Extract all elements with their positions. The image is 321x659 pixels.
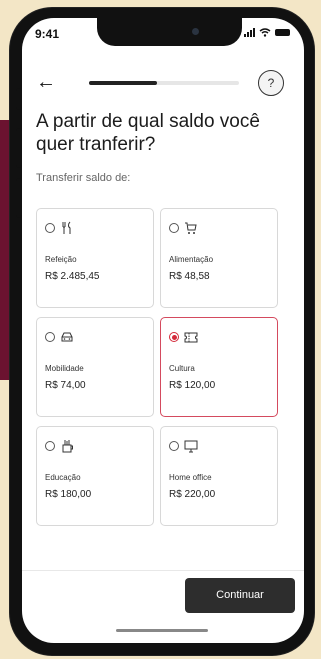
car-icon [61, 332, 73, 342]
home-indicator [116, 629, 208, 632]
balance-card-mobilidade[interactable]: Mobilidade R$ 74,00 [36, 317, 154, 417]
radio-button[interactable] [45, 332, 55, 342]
card-amount: R$ 48,58 [169, 271, 210, 282]
card-name: Home office [169, 473, 212, 482]
status-icons [244, 28, 290, 37]
balance-card-grid: Refeição R$ 2.485,45 Alimentação R$ 48,5… [36, 208, 296, 526]
app-screen: 9:41 ← ? A partir de qual saldo você que… [22, 18, 304, 643]
card-amount: R$ 120,00 [169, 380, 216, 391]
cutlery-icon [62, 221, 71, 234]
card-name: Educação [45, 473, 81, 482]
back-arrow-icon[interactable]: ← [36, 72, 56, 92]
question-icon: ? [267, 76, 275, 90]
progress-bar [89, 81, 239, 85]
balance-card-educacao[interactable]: Educação R$ 180,00 [36, 426, 154, 526]
radio-button[interactable] [169, 441, 179, 451]
status-time: 9:41 [35, 27, 60, 41]
card-name: Refeição [45, 255, 77, 264]
progress-fill [89, 81, 157, 85]
battery-icon [275, 29, 290, 36]
balance-card-home-office[interactable]: Home office R$ 220,00 [160, 426, 278, 526]
balance-card-alimentacao[interactable]: Alimentação R$ 48,58 [160, 208, 278, 308]
signal-icon [244, 28, 255, 37]
radio-button[interactable] [45, 223, 55, 233]
radio-button[interactable] [45, 441, 55, 451]
footer-divider [22, 570, 304, 571]
monitor-icon [184, 440, 198, 453]
page-title: A partir de qual saldo você quer tranfer… [36, 111, 260, 155]
wifi-icon [259, 28, 271, 37]
continue-button[interactable]: Continuar [185, 578, 295, 613]
help-button[interactable]: ? [258, 70, 284, 96]
card-name: Mobilidade [45, 364, 84, 373]
phone-notch [97, 18, 242, 46]
balance-card-cultura[interactable]: Cultura R$ 120,00 [160, 317, 278, 417]
card-name: Alimentação [169, 255, 214, 264]
ticket-icon [184, 332, 198, 343]
radio-button-selected[interactable] [169, 332, 179, 342]
card-name: Cultura [169, 364, 195, 373]
balance-card-refeicao[interactable]: Refeição R$ 2.485,45 [36, 208, 154, 308]
card-amount: R$ 220,00 [169, 489, 216, 500]
shopping-cart-icon [185, 222, 197, 234]
card-amount: R$ 2.485,45 [45, 271, 100, 282]
page-subtitle: Transferir saldo de: [36, 172, 131, 184]
pencil-cup-icon [62, 440, 73, 453]
radio-button[interactable] [169, 223, 179, 233]
card-amount: R$ 180,00 [45, 489, 92, 500]
card-amount: R$ 74,00 [45, 380, 86, 391]
